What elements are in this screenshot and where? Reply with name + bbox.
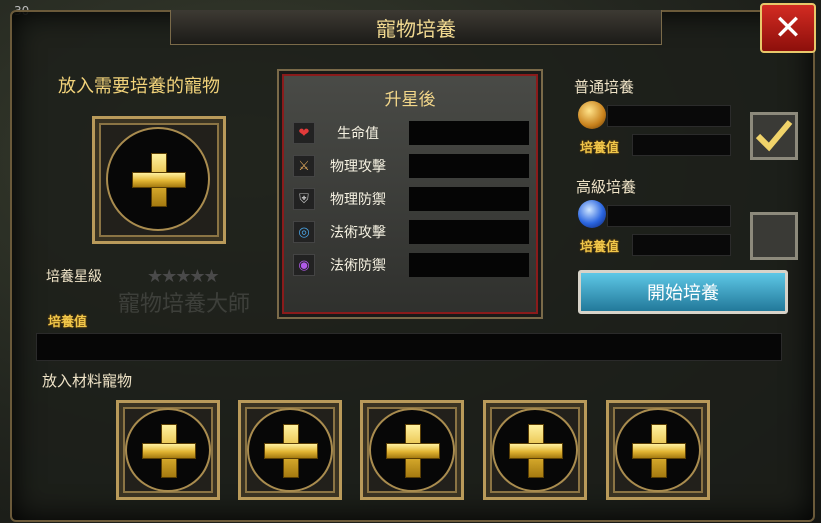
stat-name: 生命值: [337, 126, 379, 142]
star-rating: ★★★★★: [147, 266, 220, 287]
stat-row-matk: ◎ 法術攻擊: [293, 218, 529, 246]
material-slot-5[interactable]: [606, 400, 710, 500]
add-material-icon: [632, 424, 686, 478]
stat-row-hp: ❤ 生命值: [293, 119, 529, 147]
stat-value: [409, 187, 529, 211]
material-slot-1[interactable]: [116, 400, 220, 500]
stat-value: [409, 220, 529, 244]
value-tag: 培養值: [48, 315, 88, 330]
advanced-training-checkbox[interactable]: [750, 212, 798, 260]
blue-gem-icon: [578, 200, 606, 228]
pet-slot-circle: [106, 127, 210, 231]
main-slot-label: 放入需要培養的寵物: [58, 76, 220, 97]
add-pet-icon: [132, 153, 186, 207]
normal-cost-bar: [607, 105, 731, 127]
stat-name: 物理攻擊: [330, 159, 386, 175]
stat-value: [409, 121, 529, 145]
stats-title: 升星後: [384, 90, 436, 110]
normal-value-tag: 培養值: [580, 141, 620, 156]
normal-value-bar: [632, 134, 731, 156]
sword-icon: ⚔: [293, 155, 315, 177]
add-material-icon: [509, 424, 563, 478]
material-slot-3[interactable]: [360, 400, 464, 500]
orb-icon: ◉: [293, 254, 315, 276]
normal-training-checkbox[interactable]: [750, 112, 798, 160]
normal-training-label: 普通培養: [574, 78, 635, 96]
shield-icon: ⛨: [293, 188, 315, 210]
stat-row-pdef: ⛨ 物理防禦: [293, 185, 529, 213]
materials-label: 放入材料寵物: [42, 372, 133, 390]
background-caption: 寵物培養大師: [118, 292, 251, 317]
add-material-icon: [142, 424, 196, 478]
main-pet-slot[interactable]: [92, 116, 226, 244]
stat-value: [409, 253, 529, 277]
heart-icon: ❤: [293, 122, 315, 144]
training-value-bar: [36, 333, 782, 361]
stat-row-mdef: ◉ 法術防禦: [293, 251, 529, 279]
advanced-value-bar: [632, 234, 731, 256]
swirl-icon: ◎: [293, 221, 315, 243]
close-icon: ✕: [773, 8, 803, 48]
stat-name: 法術攻擊: [330, 225, 386, 241]
checkmark-icon: [755, 120, 793, 152]
star-level-label: 培養星級: [46, 269, 102, 285]
stat-row-patk: ⚔ 物理攻擊: [293, 152, 529, 180]
after-upgrade-stats: 升星後 ❤ 生命值 ⚔ 物理攻擊 ⛨ 物理防禦 ◎ 法術攻擊 ◉ 法術防禦: [277, 69, 543, 319]
advanced-value-tag: 培養值: [580, 240, 620, 255]
add-material-icon: [264, 424, 318, 478]
stat-name: 法術防禦: [330, 258, 386, 274]
close-button[interactable]: ✕: [760, 3, 816, 53]
advanced-training-label: 高級培養: [576, 178, 637, 196]
stat-value: [409, 154, 529, 178]
add-material-icon: [386, 424, 440, 478]
start-training-button[interactable]: 開始培養: [578, 270, 788, 314]
advanced-cost-bar: [607, 205, 731, 227]
window-title: 寵物培養: [170, 10, 662, 45]
material-slot-2[interactable]: [238, 400, 342, 500]
stat-name: 物理防禦: [330, 192, 386, 208]
gold-orb-icon: [578, 101, 606, 129]
material-slot-4[interactable]: [483, 400, 587, 500]
